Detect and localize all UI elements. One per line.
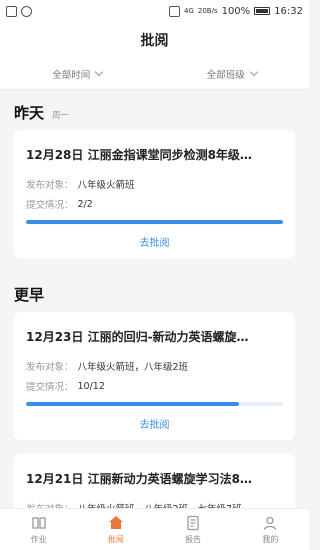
target-row: 发布对象： 八年级火箭班，八年级2班 <box>26 356 283 376</box>
chevron-down-icon <box>95 67 104 77</box>
class-filter-label: 全部班级 <box>206 69 245 81</box>
minus-circle-icon <box>21 5 32 17</box>
network-type: 4G <box>183 6 194 15</box>
tab-homework[interactable]: 作业 <box>0 509 77 550</box>
target-label: 发布对象： <box>26 362 74 373</box>
target-label: 发布对象： <box>26 180 74 191</box>
tab-review[interactable]: 批阅 <box>77 509 154 550</box>
sim-icon <box>168 5 180 17</box>
submit-row: 提交情况： 10/12 <box>26 376 283 396</box>
page-title: 批阅 <box>0 22 309 58</box>
tab-label: 批阅 <box>107 534 124 544</box>
submit-row: 提交情况： 2/2 <box>26 194 283 214</box>
time-filter-label: 全部时间 <box>52 69 91 81</box>
review-button[interactable]: 去批阅 <box>26 406 283 440</box>
tab-report[interactable]: 报告 <box>155 509 232 550</box>
time-filter[interactable]: 全部时间 <box>0 58 155 89</box>
target-value: 八年级火箭班 <box>77 180 135 191</box>
review-button[interactable]: 去批阅 <box>26 224 283 258</box>
review-list: 昨天 周一 12月28日 江丽金指课堂同步检测8年级… 发布对象： 八年级火箭班… <box>0 90 309 518</box>
chevron-down-icon <box>249 67 258 77</box>
class-filter[interactable]: 全部班级 <box>155 58 310 89</box>
assignment-title: 12月23日 江丽的回归-新动力英语螺旋… <box>26 330 249 344</box>
report-icon <box>187 515 199 530</box>
bottom-nav: 作业 批阅 报告 我的 <box>0 508 309 550</box>
section-header: 昨天 周一 <box>14 90 295 130</box>
battery-percent: 100% <box>221 5 251 17</box>
battery-icon <box>254 7 271 15</box>
section-header: 更早 <box>14 272 295 312</box>
submit-value: 10/12 <box>77 380 105 392</box>
tab-label: 我的 <box>262 534 279 544</box>
network-speed: 20B/s <box>197 6 218 15</box>
target-value: 八年级火箭班，八年级2班 <box>77 362 189 373</box>
tab-label: 报告 <box>185 534 202 544</box>
assignment-card[interactable]: 12月23日 江丽的回归-新动力英语螺旋… 发布对象： 八年级火箭班，八年级2班… <box>14 312 295 440</box>
assignment-title: 12月21日 江丽新动力英语螺旋学习法8… <box>26 472 252 486</box>
book-icon <box>31 516 46 529</box>
submit-label: 提交情况： <box>26 382 74 393</box>
status-bar: 4G 20B/s 100% 16:32 <box>0 0 309 22</box>
review-icon <box>108 515 123 529</box>
submit-label: 提交情况： <box>26 200 74 211</box>
tab-label: 作业 <box>30 534 47 544</box>
section-title: 更早 <box>14 286 45 304</box>
tab-profile[interactable]: 我的 <box>232 509 309 550</box>
filter-bar: 全部时间 全部班级 <box>0 58 309 90</box>
profile-icon <box>264 516 277 530</box>
section-title: 昨天 <box>14 104 45 122</box>
notification-icon <box>6 5 17 17</box>
clock: 16:32 <box>274 5 303 17</box>
submit-value: 2/2 <box>77 198 93 210</box>
assignment-title: 12月28日 江丽金指课堂同步检测8年级… <box>26 148 252 162</box>
target-row: 发布对象： 八年级火箭班 <box>26 174 283 194</box>
assignment-card[interactable]: 12月28日 江丽金指课堂同步检测8年级… 发布对象： 八年级火箭班 提交情况：… <box>14 130 295 258</box>
section-subtitle: 周一 <box>52 111 70 121</box>
